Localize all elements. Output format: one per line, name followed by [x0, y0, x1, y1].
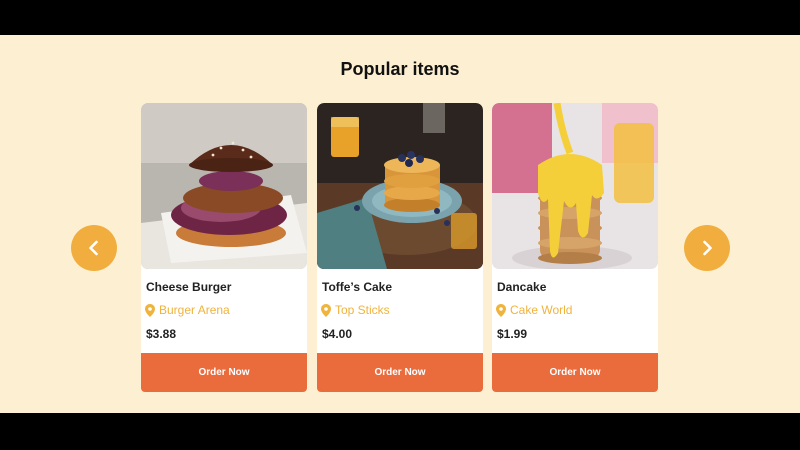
- order-now-button[interactable]: Order Now: [492, 353, 658, 392]
- location-pin-icon: [321, 303, 331, 317]
- pancakes-photo: [317, 103, 483, 269]
- location-pin-icon: [145, 303, 155, 317]
- item-name: Cheese Burger: [146, 280, 232, 294]
- item-restaurant[interactable]: Cake World: [510, 303, 572, 317]
- popular-items-section: Popular items Cheese Burger Burger Arena…: [0, 35, 800, 413]
- location-pin-icon: [496, 303, 506, 317]
- item-card: Cheese Burger Burger Arena $3.88 Order N…: [141, 103, 307, 392]
- burger-photo: [141, 103, 307, 269]
- item-name: Toffe’s Cake: [322, 280, 393, 294]
- item-card: Dancake Cake World $1.99 Order Now: [492, 103, 658, 392]
- section-title: Popular items: [340, 59, 460, 79]
- syrup-pancakes-photo: [492, 103, 658, 269]
- item-location: Burger Arena: [145, 303, 230, 317]
- item-card-body: Toffe’s Cake Top Sticks $4.00: [317, 103, 483, 353]
- order-now-button[interactable]: Order Now: [141, 353, 307, 392]
- order-now-button[interactable]: Order Now: [317, 353, 483, 392]
- item-card-body: Cheese Burger Burger Arena $3.88: [141, 103, 307, 353]
- item-price: $3.88: [146, 327, 177, 341]
- carousel-prev-button[interactable]: [71, 225, 117, 271]
- item-price: $4.00: [322, 327, 353, 341]
- item-location: Cake World: [496, 303, 572, 317]
- item-card: Toffe’s Cake Top Sticks $4.00 Order Now: [317, 103, 483, 392]
- letterbox-top: [0, 0, 800, 35]
- chevron-right-icon: [703, 240, 712, 256]
- item-name: Dancake: [497, 280, 547, 294]
- item-card-body: Dancake Cake World $1.99: [492, 103, 658, 353]
- item-restaurant[interactable]: Top Sticks: [335, 303, 390, 317]
- chevron-left-icon: [89, 240, 98, 256]
- item-restaurant[interactable]: Burger Arena: [159, 303, 230, 317]
- carousel-next-button[interactable]: [684, 225, 730, 271]
- item-location: Top Sticks: [321, 303, 390, 317]
- letterbox-bottom: [0, 413, 800, 450]
- item-price: $1.99: [497, 327, 528, 341]
